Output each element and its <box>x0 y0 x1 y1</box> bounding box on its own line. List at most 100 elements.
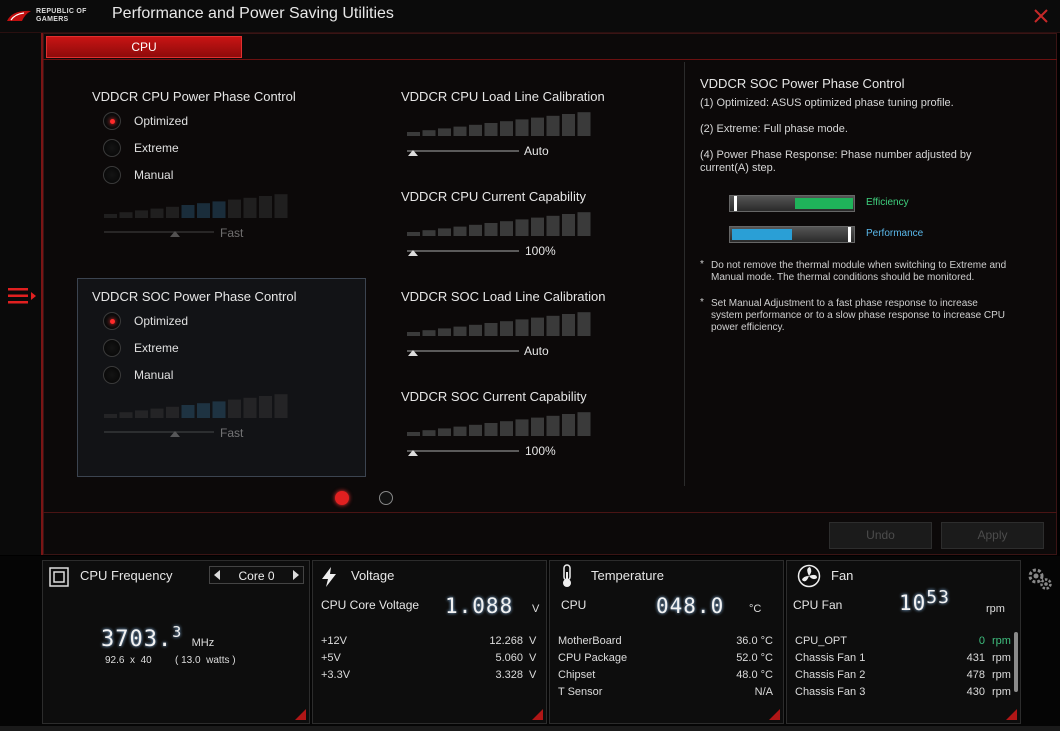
gear-icon[interactable] <box>1026 566 1054 592</box>
phase-bars <box>104 394 288 437</box>
soc-phase-manual-radio[interactable]: Manual <box>103 366 223 388</box>
page-dot-2[interactable] <box>379 491 393 505</box>
cpu-phase-optimized-radio[interactable]: Optimized <box>103 112 223 134</box>
cpu-core-voltage-label: CPU Core Voltage <box>321 598 420 612</box>
soc-phase-slider-label: Fast <box>220 426 244 440</box>
radio-icon <box>103 366 121 384</box>
level-bar <box>515 419 529 436</box>
performance-bar <box>729 226 855 243</box>
performance-label: Performance <box>866 228 924 239</box>
fan-row-label: Chassis Fan 3 <box>795 686 866 698</box>
level-bar <box>562 414 575 436</box>
panel-expand-icon[interactable] <box>769 709 780 720</box>
undo-button[interactable]: Undo <box>829 522 932 549</box>
voltage-row-label: +3.3V <box>321 669 351 681</box>
efficiency-label: Efficiency <box>866 197 909 208</box>
soc-current-slider[interactable]: 100% <box>407 410 597 460</box>
level-bar <box>577 212 591 236</box>
phase-bar <box>166 206 179 218</box>
cpu-llc-title: VDDCR CPU Load Line Calibration <box>401 89 605 104</box>
menu-icon[interactable] <box>6 285 38 307</box>
level-bars <box>407 112 591 156</box>
fan-row-value: 478 <box>966 669 985 681</box>
level-bar <box>484 223 498 236</box>
phase-bar <box>150 408 164 418</box>
level-bar <box>438 128 451 136</box>
level-bar <box>469 224 482 236</box>
app-title: Performance and Power Saving Utilities <box>112 5 394 22</box>
cpu-llc-slider[interactable]: Auto <box>407 110 597 160</box>
phase-bar <box>228 399 241 418</box>
voltage-row-label: +5V <box>321 652 341 664</box>
tab-cpu[interactable]: CPU <box>46 36 242 58</box>
fan-row-value: 0 <box>978 635 985 647</box>
phase-bar <box>104 214 117 218</box>
level-bar <box>546 115 560 136</box>
level-bar <box>422 330 436 336</box>
level-bars <box>407 412 591 456</box>
cpu-frequency-readout: 3703.3 MHz <box>101 623 215 652</box>
level-bar <box>531 317 544 336</box>
phase-bar <box>243 197 257 218</box>
help-line-3a: (4) Power Phase Response: Phase number a… <box>700 149 972 161</box>
fan-title: Fan <box>831 568 854 583</box>
cpu-core-voltage-value: 1.088 <box>445 594 514 618</box>
level-bar <box>469 124 482 136</box>
cpu-phase-slider: Fast <box>104 192 294 242</box>
level-bar <box>562 214 575 236</box>
phase-bar <box>181 405 195 418</box>
soc-llc-slider[interactable]: Auto <box>407 310 597 360</box>
page-dot-1-active[interactable] <box>335 491 349 505</box>
soc-current-title: VDDCR SOC Current Capability <box>401 389 587 404</box>
radio-selected-icon <box>103 312 121 330</box>
note-2-line-c: power efficiency. <box>711 322 785 333</box>
chevron-right-icon[interactable] <box>293 570 299 580</box>
cpu-phase-title: VDDCR CPU Power Phase Control <box>92 89 296 104</box>
help-line-2: (2) Extreme: Full phase mode. <box>700 123 848 135</box>
panel-expand-icon[interactable] <box>532 709 543 720</box>
soc-phase-extreme-radio[interactable]: Extreme <box>103 339 223 361</box>
radio-icon <box>103 339 121 357</box>
cpu-phase-extreme-radio[interactable]: Extreme <box>103 139 223 161</box>
phase-bar <box>150 208 164 218</box>
soc-llc-title: VDDCR SOC Load Line Calibration <box>401 289 606 304</box>
button-divider <box>43 512 1057 513</box>
apply-button[interactable]: Apply <box>941 522 1044 549</box>
level-bar <box>484 323 498 336</box>
help-divider <box>684 62 685 486</box>
cpu-core-voltage-unit: V <box>532 603 540 615</box>
cpu-chip-icon <box>49 567 69 587</box>
note-1-star: * <box>700 259 704 270</box>
level-bar <box>422 230 436 236</box>
panel-expand-icon[interactable] <box>1006 709 1017 720</box>
bottom-edge <box>0 726 1060 731</box>
phase-bar <box>166 406 179 418</box>
fan-row-unit: rpm <box>992 669 1011 681</box>
voltage-row-label: +12V <box>321 635 347 647</box>
cpu-frequency-panel: CPU Frequency 3703.3 MHz 92.6 x 40 ( 13.… <box>42 560 310 724</box>
soc-phase-slider: Fast <box>104 392 294 442</box>
panel-expand-icon[interactable] <box>295 709 306 720</box>
close-icon[interactable] <box>1030 5 1052 27</box>
level-bar <box>546 315 560 336</box>
soc-phase-optimized-radio[interactable]: Optimized <box>103 312 223 334</box>
core-selector[interactable]: Core 0 <box>209 566 304 584</box>
fan-row-unit: rpm <box>992 686 1011 698</box>
level-bar <box>500 221 513 236</box>
fan-list-scrollbar[interactable] <box>1014 632 1018 692</box>
level-bar <box>500 121 513 136</box>
phase-bar <box>119 412 133 418</box>
level-bar <box>453 426 467 436</box>
note-2-star: * <box>700 297 704 308</box>
fan-row-value: 430 <box>966 686 985 698</box>
help-line-3b: current(A) step. <box>700 162 776 174</box>
level-bar <box>531 217 544 236</box>
note-2-line-b: system performance or to a slow phase re… <box>711 310 1006 321</box>
cpu-current-slider[interactable]: 100% <box>407 210 597 260</box>
temp-row-value: 48.0 °C <box>736 669 773 681</box>
phase-bar <box>197 403 210 418</box>
phase-bar <box>119 212 133 218</box>
voltage-panel: Voltage CPU Core Voltage 1.088 V +12V 12… <box>312 560 547 724</box>
cpu-current-value: 100% <box>525 244 556 258</box>
cpu-phase-manual-radio[interactable]: Manual <box>103 166 223 188</box>
